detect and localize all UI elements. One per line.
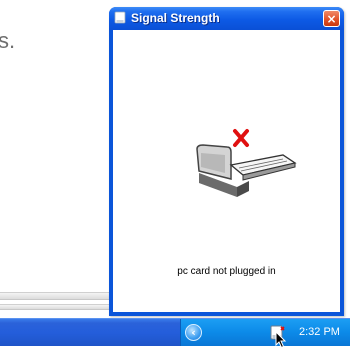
close-button[interactable]: × (323, 10, 340, 27)
mouse-pointer-icon (275, 331, 287, 349)
window-title: Signal Strength (131, 11, 220, 25)
background-text-fragment: s. (0, 28, 16, 53)
show-hidden-icons-chevron-icon[interactable]: ‹ (185, 324, 202, 341)
background-divider (0, 292, 112, 300)
window-app-icon (114, 11, 126, 24)
notification-area: ‹ 2:32 PM (180, 319, 350, 349)
taskbar: ‹ 2:32 PM (0, 318, 350, 349)
window-titlebar[interactable]: Signal Strength × (109, 7, 344, 30)
signal-strength-window: Signal Strength × pc card not plugged in (109, 7, 344, 316)
background-divider (0, 304, 112, 310)
window-content: pc card not plugged in (113, 30, 340, 312)
status-message: pc card not plugged in (177, 266, 276, 277)
pc-card-not-inserted-icon (196, 129, 297, 197)
taskbar-clock[interactable]: 2:32 PM (299, 326, 340, 338)
